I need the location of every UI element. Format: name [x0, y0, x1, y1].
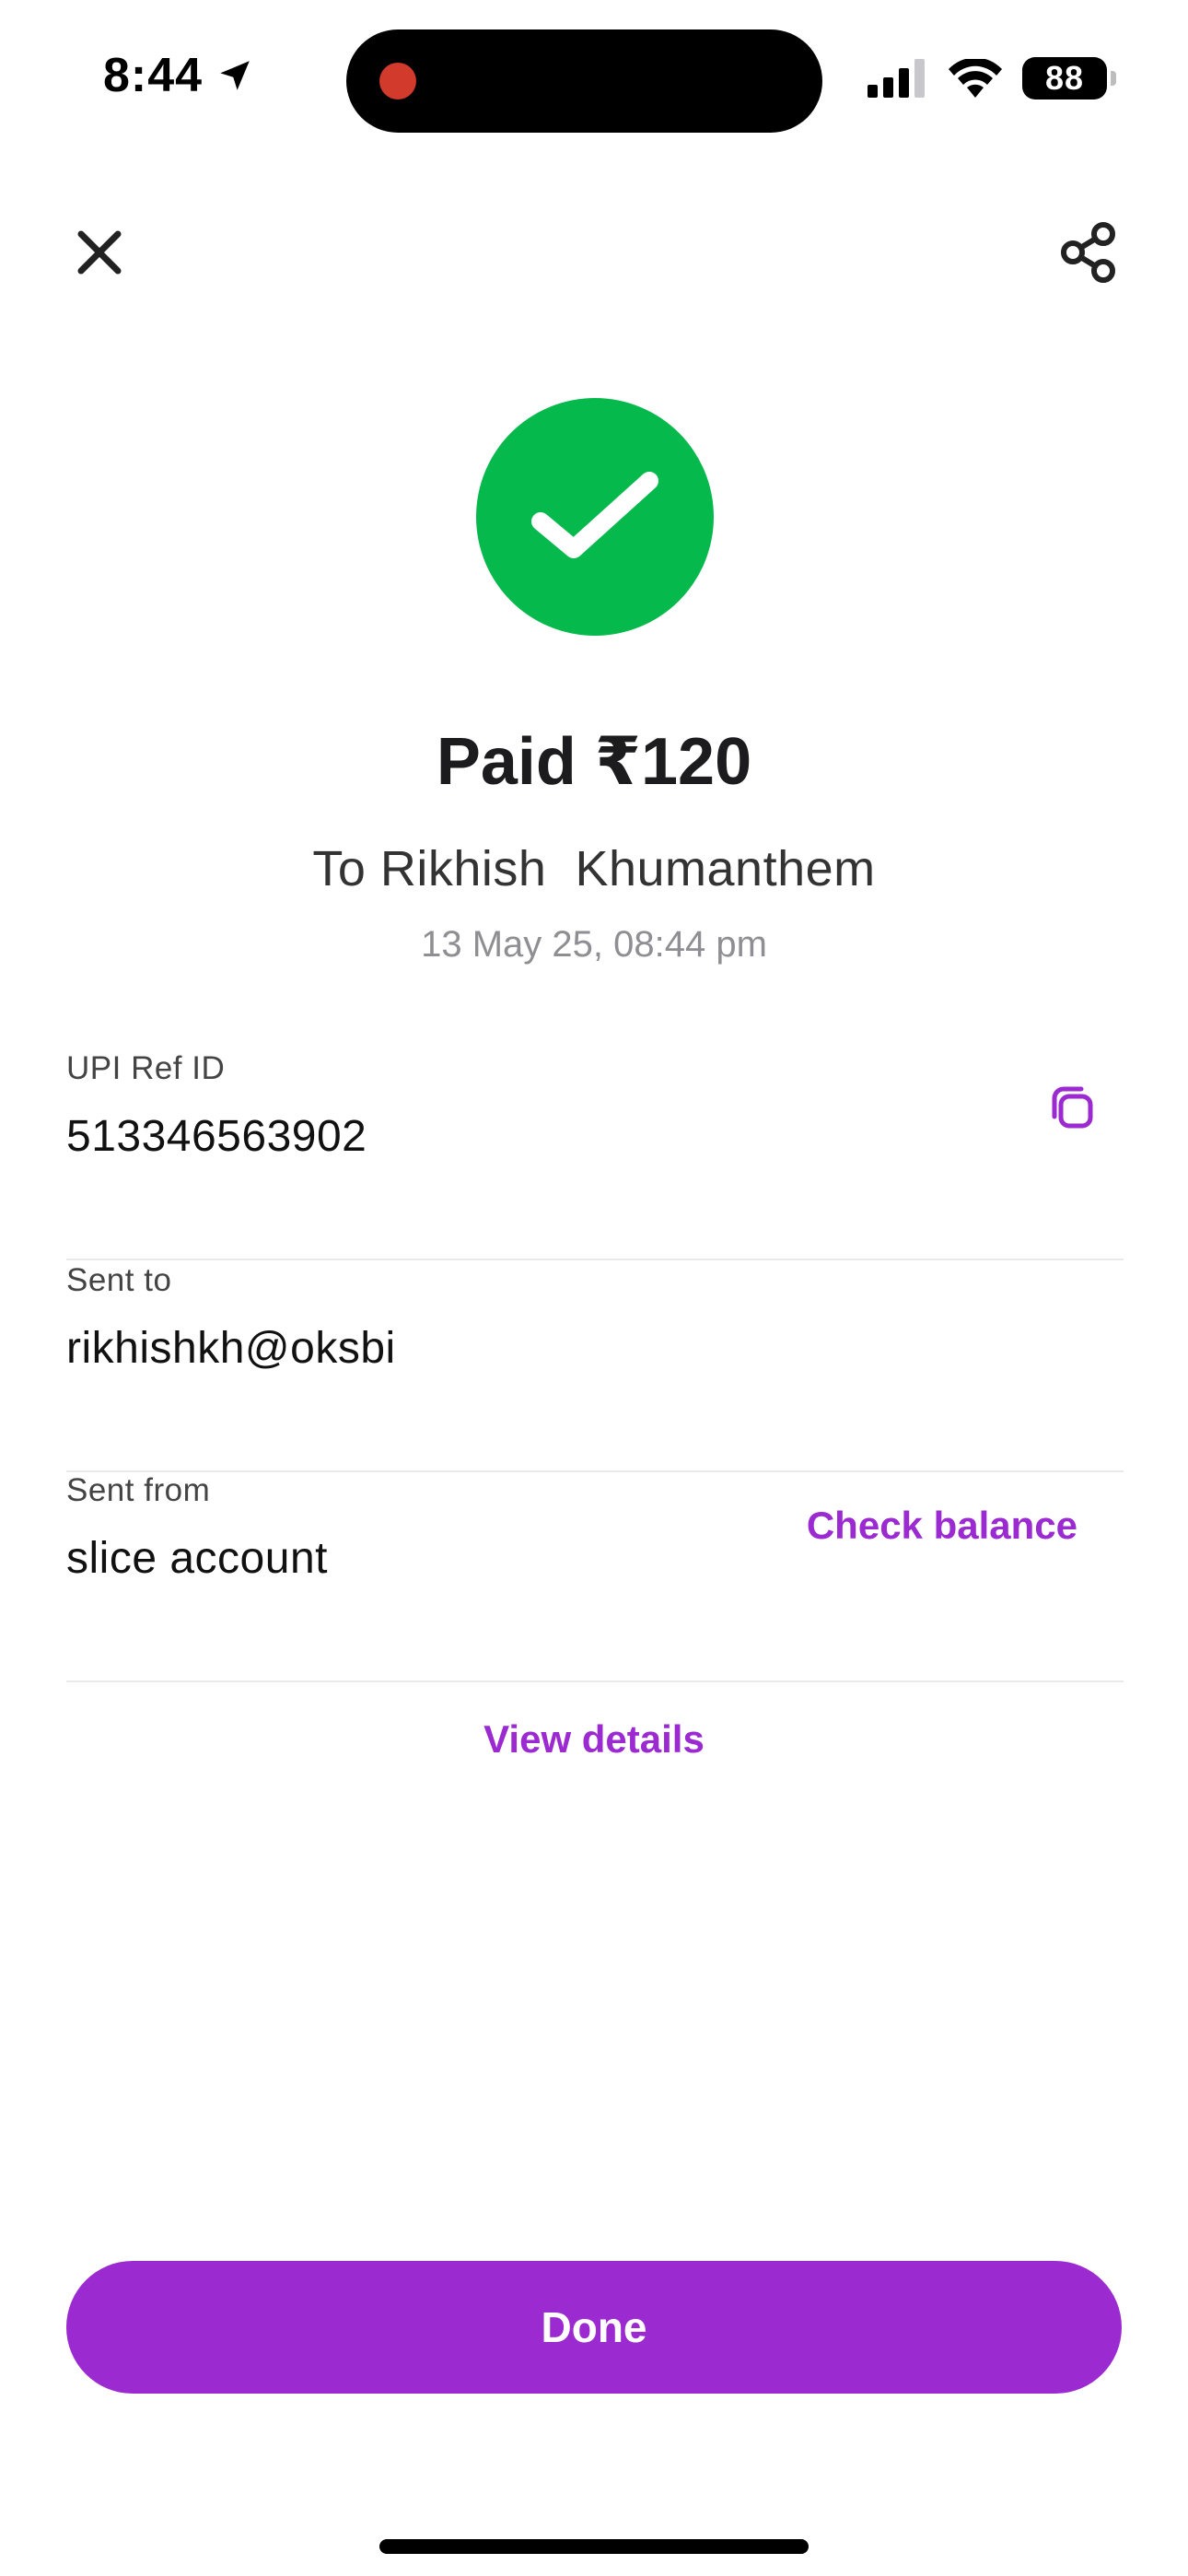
home-indicator[interactable]	[379, 2539, 809, 2554]
sent-from-row: Sent from slice account Check balance	[66, 1472, 1124, 1682]
status-bar-time: 8:44	[103, 48, 254, 103]
upi-ref-value: 513346563902	[66, 1112, 367, 1161]
location-arrow-icon	[220, 61, 250, 90]
payment-amount-title: Paid ₹120	[436, 725, 752, 799]
dynamic-island	[346, 29, 822, 133]
battery-indicator: 88	[1022, 57, 1116, 100]
sent-to-value: rikhishkh@oksbi	[66, 1324, 396, 1373]
payment-timestamp: 13 May 25, 08:44 pm	[421, 924, 767, 965]
upi-ref-row: UPI Ref ID 513346563902	[66, 1050, 1124, 1260]
sent-to-label: Sent to	[66, 1262, 172, 1298]
sent-from-value: slice account	[66, 1534, 328, 1583]
close-button[interactable]	[72, 225, 127, 280]
success-badge	[476, 398, 714, 636]
battery-level: 88	[1044, 59, 1085, 97]
done-button[interactable]: Done	[66, 2261, 1122, 2394]
sent-from-label: Sent from	[66, 1472, 211, 1508]
close-icon	[77, 230, 122, 275]
recipient-name: To Rikhish Khumanthem	[312, 841, 876, 896]
view-details-link[interactable]: View details	[0, 1717, 1188, 1762]
sent-to-row: Sent to rikhishkh@oksbi	[66, 1262, 1124, 1472]
copy-button[interactable]	[1046, 1082, 1098, 1133]
share-button[interactable]	[1057, 221, 1120, 284]
upi-ref-label: UPI Ref ID	[66, 1050, 226, 1086]
cellular-signal-icon	[868, 59, 925, 98]
recording-indicator	[379, 63, 416, 100]
status-bar-right: 88	[868, 57, 1116, 100]
copy-icon	[1052, 1086, 1093, 1129]
checkmark-icon	[531, 472, 658, 558]
battery-cap	[1111, 71, 1116, 86]
share-icon	[1061, 222, 1115, 283]
check-balance-link[interactable]: Check balance	[807, 1504, 1077, 1548]
time-text: 8:44	[103, 49, 204, 102]
wifi-icon	[949, 59, 1002, 98]
